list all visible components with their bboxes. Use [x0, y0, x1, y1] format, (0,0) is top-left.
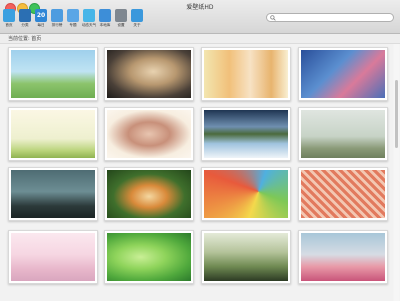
thumb-fence[interactable]	[201, 230, 291, 284]
thumb-girl-portrait[interactable]	[104, 107, 194, 161]
about-gear-icon	[131, 9, 143, 22]
wallpaper-image	[204, 50, 288, 98]
wallpaper-gallery	[0, 44, 393, 301]
toolbar-item-label: 排行榜	[51, 23, 63, 27]
wallpaper-image	[11, 110, 95, 158]
toolbar-item-label: 设置	[117, 23, 125, 27]
vertical-scrollbar[interactable]	[394, 44, 399, 301]
breadcrumb-bar: 当前位置: 首页	[0, 34, 400, 44]
toolbar-item-0[interactable]: 首页	[1, 9, 17, 32]
ranking-icon	[51, 9, 63, 22]
thumb-autumn-trees[interactable]	[201, 47, 291, 101]
toolbar-item-label: 分类	[21, 23, 29, 27]
thumb-lake-reflection[interactable]	[201, 107, 291, 161]
thumb-dark-tree[interactable]	[8, 167, 98, 221]
thumb-blonde-woman[interactable]	[104, 47, 194, 101]
toolbar-item-label: 关于	[133, 23, 141, 27]
wallpaper-image	[107, 110, 191, 158]
search-input[interactable]	[278, 14, 388, 21]
toolbar-item-label: 专题	[69, 23, 77, 27]
weather-icon	[83, 9, 95, 22]
wallpaper-image	[301, 170, 385, 218]
thumb-rain-window[interactable]	[298, 47, 388, 101]
scrollbar-thumb[interactable]	[395, 80, 398, 148]
toolbar-item-8[interactable]: 关于	[129, 9, 145, 32]
wallpaper-image	[11, 170, 95, 218]
home-icon	[3, 9, 15, 22]
wallpaper-image	[204, 110, 288, 158]
library-icon	[99, 9, 111, 22]
wallpaper-image	[204, 170, 288, 218]
toolbar-item-7[interactable]: 设置	[113, 9, 129, 32]
toolbar-item-4[interactable]: 专题	[65, 9, 81, 32]
category-icon	[19, 9, 31, 22]
search-icon	[270, 15, 276, 21]
thumb-green-sapling[interactable]	[8, 107, 98, 161]
calendar-icon: 20	[35, 9, 47, 22]
wallpaper-image	[107, 233, 191, 281]
title-toolbar: 爱壁纸HD 首页 分类 20 每日 排行榜 专题 动态天气 本地库 设置 关于	[0, 0, 400, 34]
toolbar-item-label: 本地库	[99, 23, 111, 27]
thumb-scarecrow[interactable]	[104, 167, 194, 221]
toolbar-item-2[interactable]: 20 每日	[33, 9, 49, 32]
wallpaper-image	[11, 233, 95, 281]
search-box[interactable]	[266, 13, 394, 22]
toolbar: 首页 分类 20 每日 排行榜 专题 动态天气 本地库 设置 关于	[1, 9, 145, 32]
thumb-car-toy[interactable]	[298, 230, 388, 284]
breadcrumb: 当前位置: 首页	[8, 36, 42, 42]
toolbar-item-label: 首页	[5, 23, 13, 27]
toolbar-item-3[interactable]: 排行榜	[49, 9, 65, 32]
thumb-green-leaves[interactable]	[104, 230, 194, 284]
wallpaper-image	[301, 50, 385, 98]
gear-icon	[115, 9, 127, 22]
thumb-woman-field[interactable]	[298, 107, 388, 161]
app-window: 爱壁纸HD 首页 分类 20 每日 排行榜 专题 动态天气 本地库 设置 关于 当前位置: 首页	[0, 0, 400, 301]
toolbar-item-5[interactable]: 动态天气	[81, 9, 97, 32]
wallpaper-image	[301, 110, 385, 158]
wallpaper-image	[107, 50, 191, 98]
thumb-cartoon-bears[interactable]	[8, 47, 98, 101]
wallpaper-image	[301, 233, 385, 281]
toolbar-item-6[interactable]: 本地库	[97, 9, 113, 32]
toolbar-item-1[interactable]: 分类	[17, 9, 33, 32]
toolbar-item-label: 动态天气	[81, 23, 97, 27]
topic-icon	[67, 9, 79, 22]
thumb-starbucks-pattern[interactable]	[298, 167, 388, 221]
thumb-umbrella[interactable]	[201, 167, 291, 221]
thumb-girl-group[interactable]	[8, 230, 98, 284]
wallpaper-image	[107, 170, 191, 218]
wallpaper-image	[11, 50, 95, 98]
toolbar-item-label: 每日	[37, 23, 45, 27]
wallpaper-image	[204, 233, 288, 281]
